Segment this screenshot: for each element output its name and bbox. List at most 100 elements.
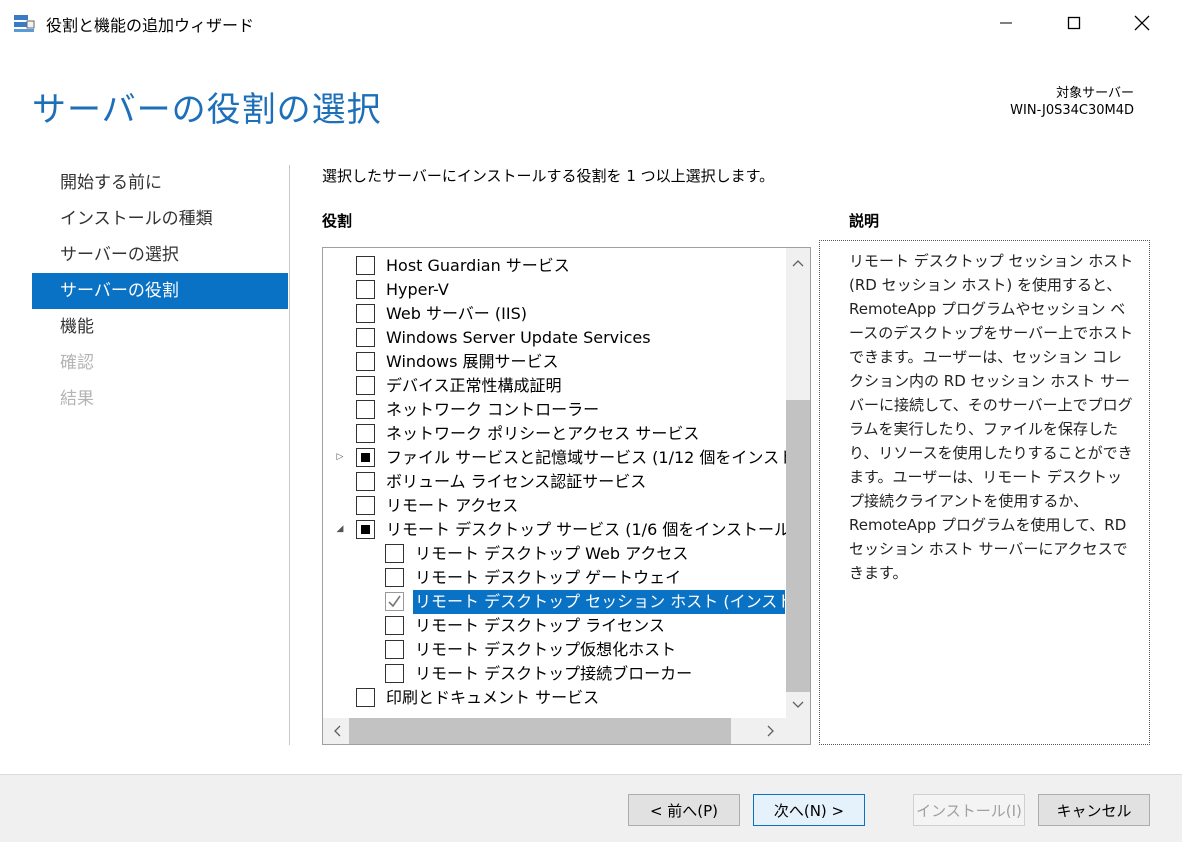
role-label: ネットワーク コントローラー <box>386 400 600 419</box>
role-label: リモート デスクトップ Web アクセス <box>415 544 689 563</box>
role-label: ファイル サービスと記憶域サービス (1/12 個をインストール済 <box>386 448 811 467</box>
horizontal-scrollbar[interactable] <box>323 718 786 744</box>
role-label: リモート デスクトップ ライセンス <box>415 616 665 635</box>
role-row[interactable]: リモート デスクトップ Web アクセス <box>323 542 785 566</box>
role-row[interactable]: ネットワーク ポリシーとアクセス サービス <box>323 422 785 446</box>
scroll-left-button[interactable] <box>325 718 349 744</box>
target-server-value: WIN-J0S34C30M4D <box>1010 103 1134 118</box>
role-checkbox[interactable] <box>356 352 375 371</box>
nav-item-installation-type[interactable]: インストールの種類 <box>32 201 288 237</box>
title-bar: 役割と機能の追加ウィザード <box>0 0 1182 46</box>
role-label: ネットワーク ポリシーとアクセス サービス <box>386 424 700 443</box>
role-label: Web サーバー (IIS) <box>386 304 527 323</box>
role-row[interactable]: ネットワーク コントローラー <box>323 398 785 422</box>
maximize-icon <box>1067 16 1081 30</box>
next-button[interactable]: 次へ(N) > <box>753 794 865 826</box>
horizontal-scroll-thumb[interactable] <box>349 718 731 744</box>
role-label: リモート デスクトップ接続ブローカー <box>415 664 693 683</box>
role-row[interactable]: 印刷とドキュメント サービス <box>323 686 785 710</box>
instruction-text: 選択したサーバーにインストールする役割を 1 つ以上選択します。 <box>322 167 775 185</box>
target-server-label: 対象サーバー <box>1056 86 1134 101</box>
role-label: リモート デスクトップ仮想化ホスト <box>415 640 677 659</box>
role-checkbox[interactable] <box>385 640 404 659</box>
close-button[interactable] <box>1114 0 1170 46</box>
maximize-button[interactable] <box>1046 0 1102 46</box>
vertical-scroll-thumb[interactable] <box>786 400 810 692</box>
scrollbar-corner <box>786 718 810 744</box>
role-row[interactable]: ◢ リモート デスクトップ サービス (1/6 個をインストール済み) <box>323 518 810 542</box>
role-checkbox[interactable] <box>356 304 375 323</box>
role-label: リモート デスクトップ ゲートウェイ <box>415 568 682 587</box>
role-row[interactable]: Windows 展開サービス <box>323 350 785 374</box>
role-row[interactable]: ボリューム ライセンス認証サービス <box>323 470 785 494</box>
role-checkbox[interactable] <box>385 544 404 563</box>
role-label: Windows 展開サービス <box>386 352 559 371</box>
role-checkbox[interactable] <box>356 400 375 419</box>
role-row[interactable]: リモート デスクトップ仮想化ホスト <box>323 638 785 662</box>
role-checkbox[interactable] <box>385 568 404 587</box>
minimize-icon <box>1000 22 1012 24</box>
roles-tree[interactable]: Host Guardian サービス Hyper-V Web サーバー (IIS) W… <box>322 247 811 745</box>
role-row[interactable]: Windows Server Update Services <box>323 326 785 350</box>
role-label: Windows Server Update Services <box>386 328 651 347</box>
server-wizard-icon <box>12 12 36 34</box>
previous-button[interactable]: < 前へ(P) <box>628 794 740 826</box>
role-label: Host Guardian サービス <box>386 256 570 275</box>
nav-item-confirmation: 確認 <box>60 353 94 373</box>
role-label: リモート アクセス <box>386 496 519 515</box>
role-row[interactable]: Hyper-V <box>323 278 785 302</box>
role-checkbox[interactable] <box>356 448 375 467</box>
role-label: リモート デスクトップ サービス (1/6 個をインストール済み) <box>386 520 811 539</box>
nav-divider <box>289 165 290 745</box>
chevron-down-icon <box>792 701 804 708</box>
role-checkbox[interactable] <box>356 424 375 443</box>
role-checkbox[interactable] <box>385 616 404 635</box>
scroll-right-button[interactable] <box>759 718 783 744</box>
role-label: Hyper-V <box>386 280 449 299</box>
chevron-up-icon <box>792 260 804 267</box>
vertical-scrollbar[interactable] <box>786 248 810 718</box>
nav-item-results: 結果 <box>60 389 94 409</box>
role-checkbox[interactable] <box>356 688 375 707</box>
role-row[interactable]: Host Guardian サービス <box>323 254 785 278</box>
scroll-up-button[interactable] <box>786 252 810 274</box>
close-icon <box>1134 15 1150 31</box>
role-checkbox[interactable] <box>356 256 375 275</box>
description-header: 説明 <box>849 212 880 230</box>
role-label: リモート デスクトップ セッション ホスト (インストール済み <box>413 590 810 614</box>
checkmark-icon <box>388 595 401 608</box>
nav-item-server-roles[interactable]: サーバーの役割 <box>32 273 288 309</box>
role-label: デバイス正常性構成証明 <box>386 376 562 395</box>
role-checkbox[interactable] <box>356 376 375 395</box>
nav-item-features[interactable]: 機能 <box>32 309 288 345</box>
wizard-nav: 開始する前に インストールの種類 サーバーの選択 サーバーの役割 機能 確認 結… <box>32 165 288 417</box>
nav-item-before-you-begin[interactable]: 開始する前に <box>32 165 288 201</box>
role-row[interactable]: リモート アクセス <box>323 494 785 518</box>
cancel-button[interactable]: キャンセル <box>1038 794 1150 826</box>
nav-item-server-selection[interactable]: サーバーの選択 <box>32 237 288 273</box>
role-checkbox[interactable] <box>356 520 375 539</box>
role-checkbox[interactable] <box>356 328 375 347</box>
collapsed-triangle-icon[interactable]: ▷ <box>334 451 346 463</box>
role-row[interactable]: Web サーバー (IIS) <box>323 302 785 326</box>
role-checkbox[interactable] <box>356 496 375 515</box>
minimize-button[interactable] <box>978 0 1034 46</box>
description-text: リモート デスクトップ セッション ホスト (RD セッション ホスト) を使用… <box>849 252 1134 582</box>
description-panel: リモート デスクトップ セッション ホスト (RD セッション ホスト) を使用… <box>819 240 1150 745</box>
scroll-down-button[interactable] <box>786 694 810 716</box>
role-row[interactable]: ▷ ファイル サービスと記憶域サービス (1/12 個をインストール済 <box>323 446 810 470</box>
role-row[interactable]: リモート デスクトップ ゲートウェイ <box>323 566 785 590</box>
role-label: ボリューム ライセンス認証サービス <box>386 472 647 491</box>
role-checkbox[interactable] <box>356 472 375 491</box>
roles-header: 役割 <box>322 212 353 230</box>
role-checkbox[interactable] <box>356 280 375 299</box>
role-row[interactable]: リモート デスクトップ セッション ホスト (インストール済み <box>323 590 810 614</box>
role-row[interactable]: リモート デスクトップ ライセンス <box>323 614 785 638</box>
wizard-footer: < 前へ(P) 次へ(N) > インストール(I) キャンセル <box>0 774 1182 842</box>
window-title: 役割と機能の追加ウィザード <box>46 16 255 35</box>
role-row[interactable]: リモート デスクトップ接続ブローカー <box>323 662 785 686</box>
role-checkbox <box>385 592 404 611</box>
role-row[interactable]: デバイス正常性構成証明 <box>323 374 785 398</box>
expanded-triangle-icon[interactable]: ◢ <box>334 523 346 535</box>
role-checkbox[interactable] <box>385 664 404 683</box>
